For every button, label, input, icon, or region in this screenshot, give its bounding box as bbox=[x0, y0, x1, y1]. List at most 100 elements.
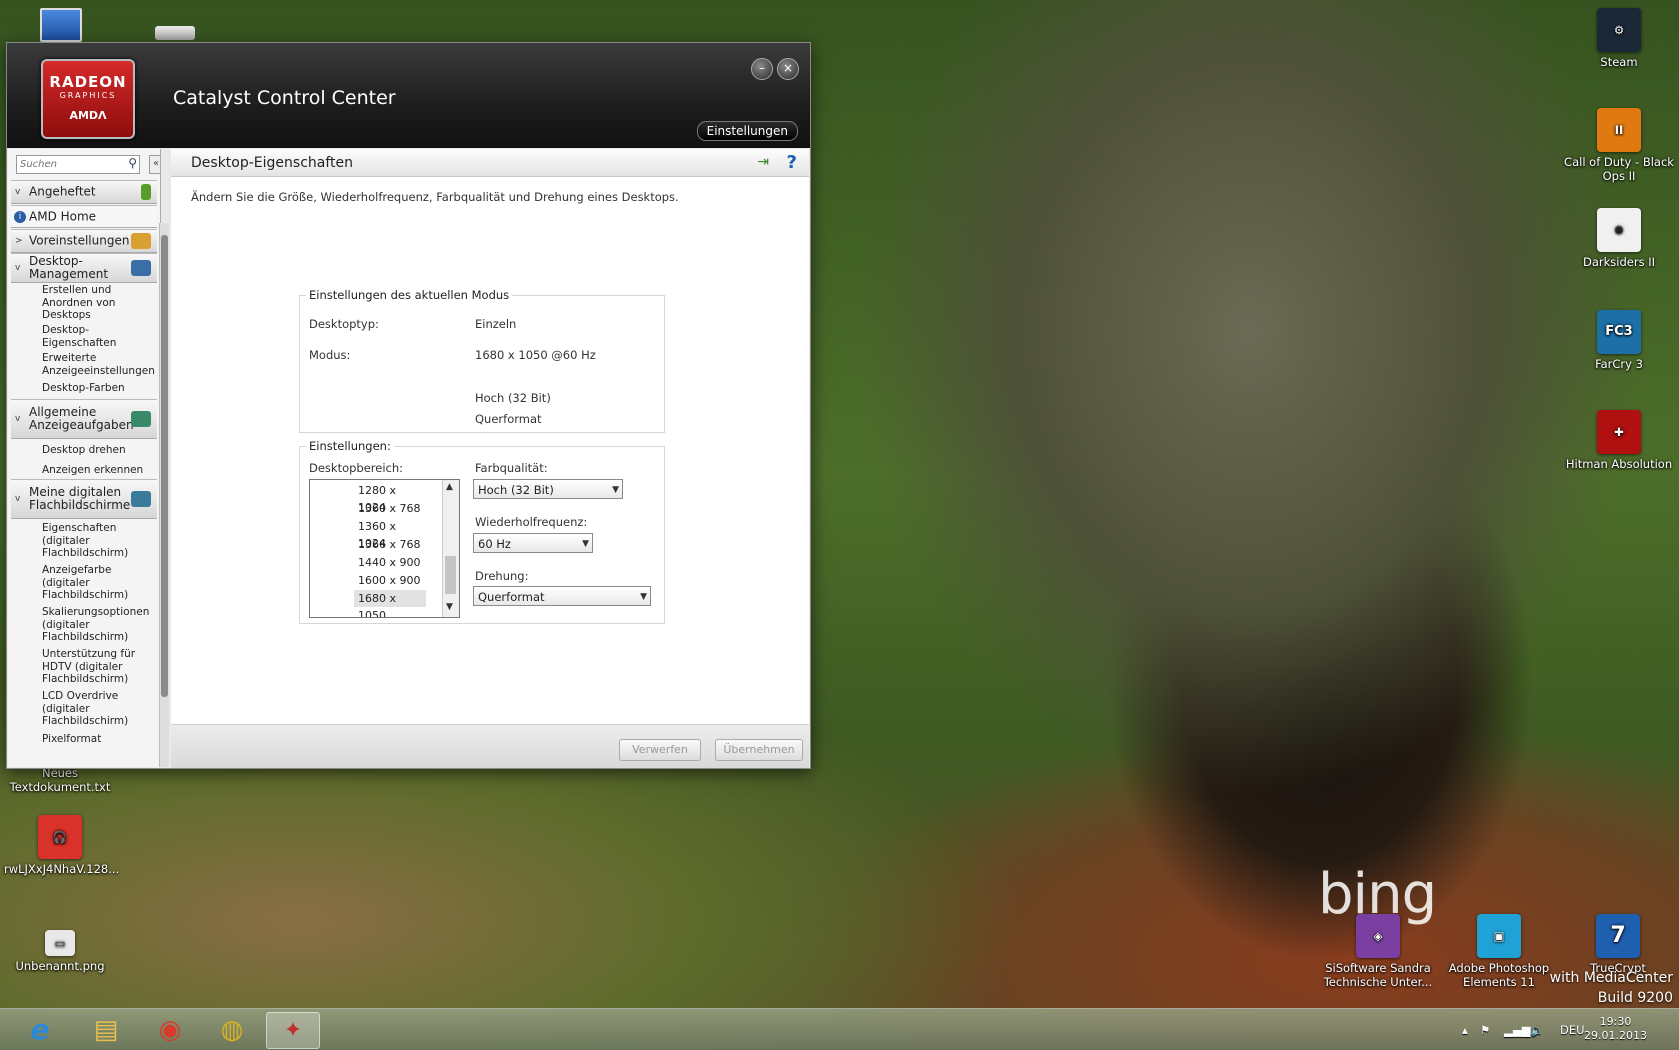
help-icon[interactable]: ? bbox=[787, 152, 797, 173]
minimize-button[interactable]: – bbox=[751, 58, 773, 80]
color-quality-select[interactable]: Hoch (32 Bit) ▼ bbox=[473, 479, 623, 499]
tray-flag[interactable]: ⚑ bbox=[1480, 1009, 1490, 1050]
desktop-icon-darksiders[interactable]: ✺ Darksiders II bbox=[1564, 208, 1674, 269]
sidebar-section-pinned[interactable]: v Angeheftet bbox=[11, 180, 157, 204]
scroll-down-icon[interactable]: ▼ bbox=[446, 602, 453, 612]
sidebar-item-amd-home[interactable]: i AMD Home bbox=[11, 205, 157, 228]
tray-clock[interactable]: 19:30 29.01.2013 bbox=[1584, 1015, 1647, 1043]
list-item[interactable]: 1440 x 900 bbox=[354, 554, 426, 571]
chevron-down-icon: ▼ bbox=[612, 485, 619, 495]
sidebar-item-hdtv-support[interactable]: Unterstützung für HDTV (digitaler Flachb… bbox=[42, 648, 154, 686]
list-item[interactable]: 1600 x 900 bbox=[354, 572, 426, 589]
sidebar-item-pixel-format[interactable]: Pixelformat bbox=[42, 733, 154, 746]
info-icon: i bbox=[14, 210, 26, 223]
sidebar-item-lcd-overdrive[interactable]: LCD Overdrive (digitaler Flachbildschirm… bbox=[42, 690, 154, 728]
sidebar-scrollbar[interactable] bbox=[159, 223, 169, 767]
desktop-icon-audio[interactable]: 🎧 rwLJXxJ4NhaV.128... bbox=[4, 815, 120, 876]
tray-volume[interactable]: 🔈 bbox=[1530, 1009, 1544, 1050]
folder-icon: ▤ bbox=[93, 1014, 119, 1045]
sidebar-item-create-arrange[interactable]: Erstellen und Anordnen von Desktops bbox=[42, 284, 154, 322]
hitman-icon: ✚ bbox=[1597, 410, 1641, 454]
sidebar-section-display-tasks[interactable]: v Allgemeine Anzeigeaufgaben bbox=[11, 399, 157, 439]
rotation-select[interactable]: Querformat ▼ bbox=[473, 586, 651, 606]
network-signal-icon: ▂▄▆ bbox=[1504, 1022, 1531, 1037]
tray-network[interactable]: ▂▄▆ bbox=[1504, 1009, 1531, 1050]
sisoftware-icon: ◈ bbox=[1356, 914, 1400, 958]
sidebar-item-desktop-properties[interactable]: Desktop-Eigenschaften bbox=[42, 324, 154, 349]
chevron-down-icon: v bbox=[15, 263, 21, 273]
pin-page-icon[interactable]: ⇥ bbox=[757, 154, 769, 170]
resolution-scrollbar[interactable]: ▲ ▼ bbox=[442, 480, 459, 617]
desktop-icon-cod[interactable]: II Call of Duty - Black Ops II bbox=[1564, 108, 1674, 183]
desktop-icon-photoshop[interactable]: ▣ Adobe Photoshop Elements 11 bbox=[1443, 914, 1555, 989]
truecrypt-icon: 7 bbox=[1596, 914, 1640, 958]
sidebar-item-display-color[interactable]: Anzeigefarbe (digitaler Flachbildschirm) bbox=[42, 564, 154, 602]
tray-language[interactable]: DEU bbox=[1560, 1009, 1585, 1050]
farcry-icon: FC3 bbox=[1597, 310, 1641, 354]
desktop-icon-steam[interactable]: ⚙ Steam bbox=[1564, 8, 1674, 69]
desktop-icon-label: Call of Duty - Black Ops II bbox=[1564, 155, 1674, 183]
desktop-icon-label: Adobe Photoshop Elements 11 bbox=[1448, 961, 1550, 989]
desktop-icon-drive[interactable] bbox=[155, 26, 195, 40]
settings-button[interactable]: Einstellungen bbox=[696, 121, 798, 141]
rotation-label: Drehung: bbox=[475, 569, 529, 583]
pin-icon bbox=[141, 184, 151, 200]
list-item[interactable]: 1280 x 1024 bbox=[354, 482, 426, 514]
os-watermark-edition: with MediaCenter bbox=[1549, 970, 1673, 986]
taskbar-file-explorer[interactable]: ▤ bbox=[80, 1012, 132, 1047]
search-box[interactable]: ⚲ bbox=[16, 155, 140, 174]
flat-panel-icon bbox=[131, 491, 151, 507]
desktop-icon-label: rwLJXxJ4NhaV.128... bbox=[4, 862, 120, 876]
desktop-icon-sisoftware[interactable]: ◈ SiSoftware Sandra Technische Unter... bbox=[1322, 914, 1434, 989]
sidebar-section-presets[interactable]: > Voreinstellungen bbox=[11, 229, 157, 253]
search-input[interactable] bbox=[17, 156, 123, 173]
cod-icon: II bbox=[1597, 108, 1641, 152]
catalyst-icon: ✦ bbox=[283, 1018, 303, 1043]
sidebar: ⚲ « v Angeheftet i AMD Home > Voreinstel… bbox=[8, 149, 161, 767]
discard-button[interactable]: Verwerfen bbox=[619, 739, 701, 761]
taskbar-catalyst[interactable]: ✦ bbox=[266, 1012, 320, 1049]
desktop-icon-truecrypt[interactable]: 7 TrueCrypt bbox=[1562, 914, 1674, 975]
sidebar-section-desktop-management[interactable]: v Desktop-Management bbox=[11, 253, 157, 283]
close-button[interactable]: × bbox=[777, 58, 799, 80]
refresh-rate-select[interactable]: 60 Hz ▼ bbox=[473, 533, 593, 553]
photoshop-icon: ▣ bbox=[1477, 914, 1521, 958]
sidebar-item-advanced-display[interactable]: Erweiterte Anzeigeeinstellungen bbox=[42, 352, 155, 377]
sidebar-item-rotate-desktop[interactable]: Desktop drehen bbox=[42, 444, 154, 457]
list-item[interactable]: 1360 x 1024 bbox=[354, 518, 426, 550]
apply-button[interactable]: Übernehmen bbox=[715, 739, 803, 761]
taskbar-internet-explorer[interactable]: e bbox=[14, 1012, 66, 1047]
sidebar-item-scaling-options[interactable]: Skalierungsoptionen (digitaler Flachbild… bbox=[42, 606, 154, 644]
resolution-listbox[interactable]: 1280 x 1024 1360 x 768 1360 x 1024 1366 … bbox=[309, 479, 460, 618]
desktop-icon-hitman[interactable]: ✚ Hitman Absolution bbox=[1564, 410, 1674, 471]
tray-show-hidden[interactable]: ▴ bbox=[1462, 1009, 1468, 1050]
desktop-icon-label: Darksiders II bbox=[1582, 255, 1655, 269]
settings-title: Einstellungen: bbox=[306, 439, 394, 453]
sidebar-item-desktop-colors[interactable]: Desktop-Farben bbox=[42, 382, 154, 395]
darksiders-icon: ✺ bbox=[1597, 208, 1641, 252]
taskbar-world-app[interactable]: ◍ bbox=[206, 1012, 258, 1047]
taskbar-chrome[interactable]: ◉ bbox=[144, 1012, 196, 1047]
desktop-icon-png[interactable]: ▭ Unbenannt.png bbox=[4, 930, 116, 973]
resolution-scrollbar-thumb[interactable] bbox=[445, 556, 456, 594]
sidebar-item-flatpanel-properties[interactable]: Eigenschaften (digitaler Flachbildschirm… bbox=[42, 522, 154, 560]
search-icon[interactable]: ⚲ bbox=[128, 156, 137, 170]
content-title-bar: Desktop-Eigenschaften ⇥ ? bbox=[171, 149, 809, 177]
desktop-icon-computer[interactable] bbox=[40, 8, 82, 42]
clock-date: 29.01.2013 bbox=[1584, 1029, 1647, 1042]
sidebar-item-detect-displays[interactable]: Anzeigen erkennen bbox=[42, 464, 154, 477]
taskbar: e ▤ ◉ ◍ ✦ ▴ ⚑ ▂▄▆ 🔈 DEU 19:30 29.01.2013 bbox=[0, 1008, 1679, 1050]
list-item[interactable]: 1366 x 768 bbox=[354, 536, 426, 553]
sidebar-scrollbar-thumb[interactable] bbox=[161, 235, 168, 697]
window-header: RADEON GRAPHICS AMDΛ Catalyst Control Ce… bbox=[7, 43, 810, 148]
list-item[interactable]: 1360 x 768 bbox=[354, 500, 426, 517]
sidebar-section-flat-panels[interactable]: v Meine digitalen Flachbildschirme bbox=[11, 479, 157, 519]
color-quality-label: Farbqualität: bbox=[475, 461, 548, 475]
collapse-sidebar-button[interactable]: « bbox=[149, 155, 160, 174]
current-mode-title: Einstellungen des aktuellen Modus bbox=[306, 288, 513, 302]
desktop-icon-textdoc[interactable]: Neues Textdokument.txt bbox=[4, 766, 116, 794]
scroll-up-icon[interactable]: ▲ bbox=[446, 482, 453, 492]
desktop-icon-farcry[interactable]: FC3 FarCry 3 bbox=[1564, 310, 1674, 371]
list-item-selected[interactable]: 1680 x 1050 bbox=[354, 590, 426, 617]
content-pane: Desktop-Eigenschaften ⇥ ? Ändern Sie die… bbox=[171, 149, 809, 768]
